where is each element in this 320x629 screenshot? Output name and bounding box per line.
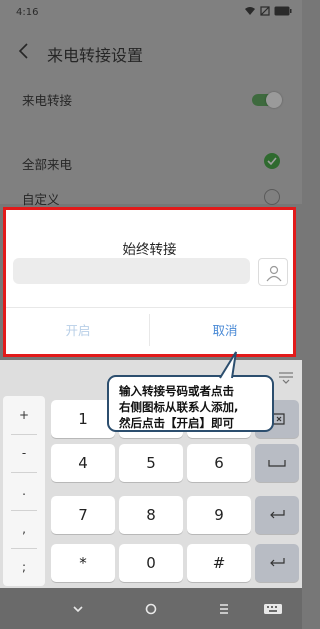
contact-picker-button[interactable]	[258, 258, 288, 286]
keyboard-icon[interactable]	[262, 600, 284, 618]
enter-icon	[270, 558, 285, 567]
option-all-label: 全部来电	[22, 157, 73, 172]
status-icons	[244, 6, 292, 16]
navigation-bar	[0, 588, 302, 629]
symbol-key-minus[interactable]: -	[3, 434, 45, 472]
symbol-column: + - . , ;	[3, 396, 45, 586]
check-icon	[264, 153, 280, 169]
symbol-key-period[interactable]: .	[3, 472, 45, 510]
keyboard-switch-key[interactable]	[255, 544, 299, 582]
key-6[interactable]: 6	[187, 444, 251, 482]
callout-line-1: 输入转接号码或者点击	[119, 384, 234, 398]
settings-page: 来电转接设置 来电转接 全部来电 自定义	[0, 26, 302, 207]
enter-key[interactable]	[255, 496, 299, 534]
key-0[interactable]: 0	[119, 544, 183, 582]
toggle-knob	[266, 92, 282, 108]
page-title: 来电转接设置	[47, 46, 144, 65]
cancel-button[interactable]: 取消	[160, 314, 290, 348]
key-5[interactable]: 5	[119, 444, 183, 482]
call-forwarding-toggle[interactable]	[252, 92, 282, 108]
key-7[interactable]: 7	[51, 496, 115, 534]
key-4[interactable]: 4	[51, 444, 115, 482]
callout-pointer	[219, 351, 237, 379]
chevron-down-icon[interactable]	[68, 600, 88, 618]
dialog-divider	[6, 307, 293, 308]
enter-icon	[270, 510, 285, 519]
option-all-calls[interactable]: 全部来电	[0, 150, 302, 190]
space-key[interactable]	[255, 444, 299, 482]
space-icon	[268, 460, 286, 467]
call-forwarding-label: 来电转接	[22, 93, 73, 108]
key-8[interactable]: 8	[119, 496, 183, 534]
symbol-key-comma[interactable]: ,	[3, 510, 45, 548]
back-arrow-icon[interactable]	[17, 42, 31, 60]
enable-button[interactable]: 开启	[13, 314, 143, 348]
symbol-key-semicolon[interactable]: ;	[3, 548, 45, 586]
sim-off-icon	[260, 6, 270, 16]
status-time: 4:16	[16, 7, 39, 18]
keyboard-collapse-icon[interactable]	[276, 366, 296, 386]
battery-icon	[274, 6, 292, 16]
key-1[interactable]: 1	[51, 400, 115, 438]
option-custom-label: 自定义	[22, 192, 60, 207]
instruction-callout: 输入转接号码或者点击 右侧图标从联系人添加, 然后点击【开启】即可	[107, 375, 274, 432]
always-forward-dialog: 始终转接 开启 取消	[3, 207, 296, 357]
home-icon[interactable]	[141, 600, 161, 618]
symbol-key-plus[interactable]: +	[3, 396, 45, 434]
wifi-icon	[245, 7, 255, 15]
dialog-title: 始终转接	[122, 242, 177, 258]
radio-icon	[264, 189, 280, 205]
call-forwarding-toggle-row[interactable]: 来电转接	[0, 84, 302, 124]
dialog-button-divider	[149, 314, 150, 346]
contact-icon	[266, 265, 282, 282]
key-9[interactable]: 9	[187, 496, 251, 534]
callout-line-3: 然后点击【开启】即可	[119, 416, 234, 430]
callout-line-2: 右侧图标从联系人添加,	[119, 400, 239, 414]
key-star[interactable]: *	[51, 544, 115, 582]
menu-icon[interactable]	[214, 600, 234, 618]
key-hash[interactable]: #	[187, 544, 251, 582]
forward-number-input[interactable]	[13, 258, 250, 284]
status-bar: 4:16	[0, 0, 302, 26]
